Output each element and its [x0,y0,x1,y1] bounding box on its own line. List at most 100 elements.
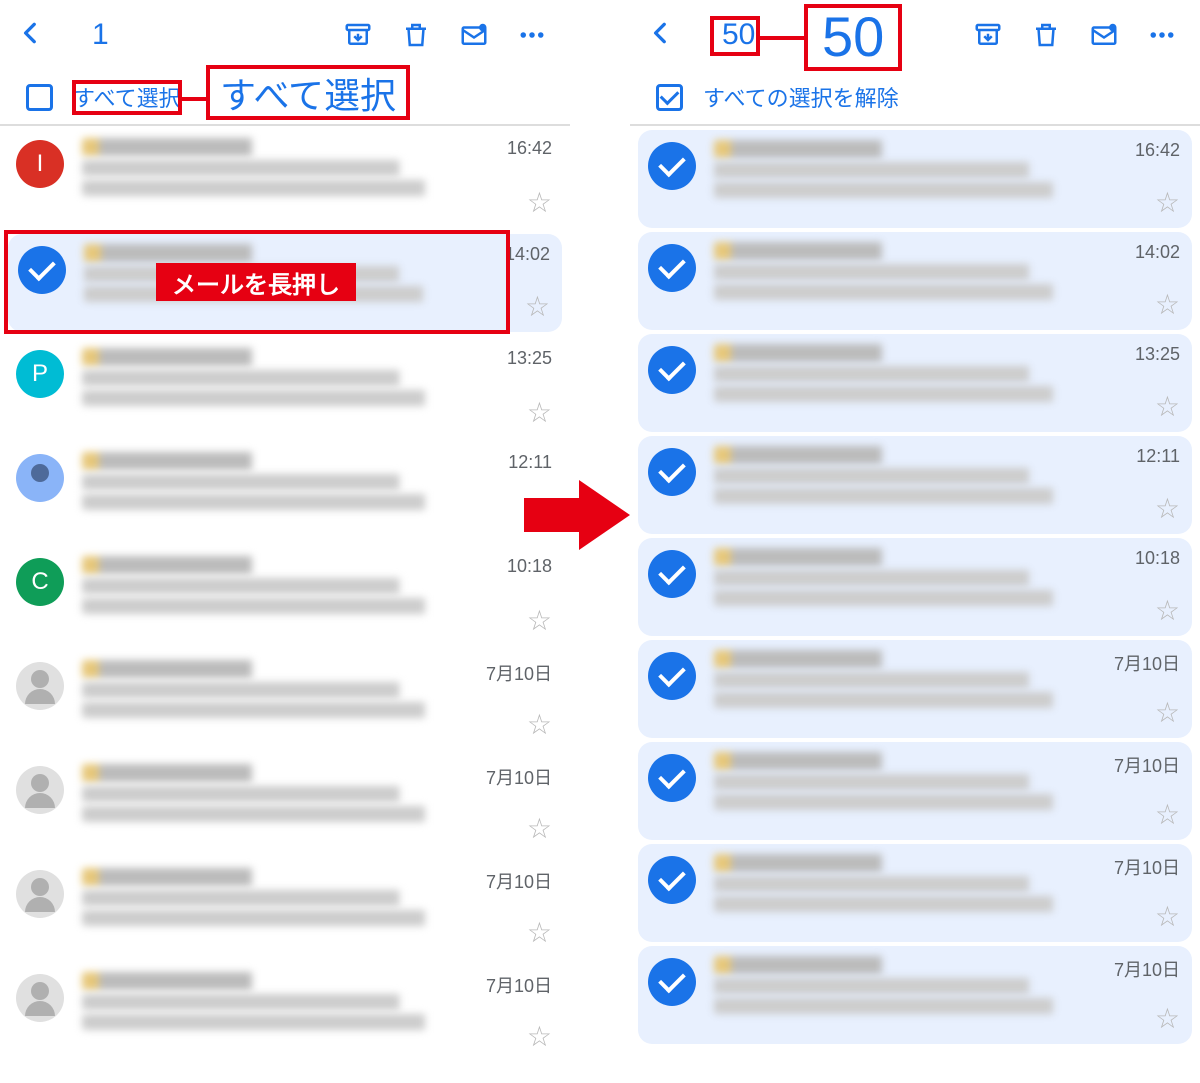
mail-preview [82,660,454,739]
timestamp: 7月10日 [486,660,552,686]
mail-preview [82,348,454,427]
avatar[interactable]: C [16,558,64,606]
star-icon[interactable]: ☆ [1155,495,1180,523]
mail-item[interactable]: 7月10日 ☆ [0,648,570,752]
mail-item[interactable]: 7月10日 ☆ [0,752,570,856]
checkmark-icon[interactable] [648,142,696,190]
timestamp: 16:42 [1135,140,1180,161]
mail-item[interactable]: C 10:18☆ [0,544,570,648]
archive-icon[interactable] [964,11,1012,59]
timestamp: 7月10日 [1114,752,1180,778]
star-icon[interactable]: ☆ [1155,1005,1180,1033]
avatar[interactable]: I [16,140,64,188]
mail-meta: 16:42 ☆ [1100,140,1180,217]
star-icon[interactable]: ☆ [1155,699,1180,727]
mail-preview [714,446,1082,523]
mail-meta: 7月10日 ☆ [1100,752,1180,829]
mail-list: 16:42☆14:02☆13:25☆12:11☆10:18☆7月10日☆7月10… [630,130,1200,1044]
more-icon[interactable] [508,11,556,59]
mail-item[interactable]: 7月10日 ☆ [638,742,1192,840]
timestamp: 7月10日 [486,868,552,894]
back-button[interactable] [644,16,678,55]
mail-item[interactable]: 16:42 ☆ [638,130,1192,228]
star-icon[interactable]: ☆ [1155,291,1180,319]
star-icon[interactable]: ☆ [1155,597,1180,625]
mail-meta: 14:02☆ [470,244,550,321]
timestamp: 7月10日 [486,972,552,998]
star-icon[interactable]: ☆ [1155,801,1180,829]
mail-item[interactable]: 14:02 ☆ [638,232,1192,330]
select-all-row[interactable]: すべて選択 [0,70,570,126]
trash-icon[interactable] [1022,11,1070,59]
star-icon[interactable]: ☆ [527,607,552,635]
star-icon[interactable]: ☆ [1155,903,1180,931]
checkmark-icon[interactable] [648,958,696,1006]
avatar[interactable] [16,454,64,502]
back-button[interactable] [14,16,48,55]
mail-preview [714,650,1082,727]
checkmark-icon[interactable] [648,346,696,394]
avatar-placeholder-icon[interactable] [16,662,64,710]
mail-preview [714,752,1082,829]
mail-meta: 10:18☆ [472,556,552,635]
avatar-placeholder-icon[interactable] [16,766,64,814]
star-icon[interactable]: ☆ [527,815,552,843]
mail-item[interactable]: P13:25☆ [0,336,570,440]
mail-item[interactable]: I16:42☆ [0,126,570,230]
avatar-placeholder-icon[interactable] [16,974,64,1022]
header: 50 [630,0,1200,70]
mail-preview [82,452,454,531]
deselect-all-row[interactable]: すべての選択を解除 [630,70,1200,126]
star-icon[interactable]: ☆ [527,711,552,739]
avatar[interactable]: P [16,350,64,398]
mail-meta: 7月10日☆ [1100,956,1180,1033]
checkmark-icon[interactable] [648,754,696,802]
star-icon[interactable]: ☆ [527,1023,552,1051]
checkmark-icon[interactable] [648,448,696,496]
mark-unread-icon[interactable] [450,11,498,59]
mail-preview [714,242,1082,319]
checkmark-icon[interactable] [648,652,696,700]
checkmark-icon[interactable] [648,244,696,292]
checkmark-icon[interactable] [648,550,696,598]
avatar-placeholder-icon[interactable] [16,870,64,918]
mark-unread-icon[interactable] [1080,11,1128,59]
screen-before: 1 すべて選択 I16:42☆ 14:02☆ P13:25☆ 12:11☆ C 10:18… [0,0,570,1083]
archive-icon[interactable] [334,11,382,59]
timestamp: 14:02 [1135,242,1180,263]
select-all-label: すべて選択 [73,81,181,113]
mail-meta: 13:25☆ [1100,344,1180,421]
mail-meta: 10:18☆ [1100,548,1180,625]
star-icon[interactable]: ☆ [1155,393,1180,421]
star-icon[interactable]: ☆ [527,503,552,531]
mail-item[interactable]: 10:18☆ [638,538,1192,636]
mail-item[interactable]: 7月10日 ☆ [0,960,570,1064]
mail-item[interactable]: 13:25☆ [638,334,1192,432]
mail-meta: 7月10日 ☆ [472,868,552,947]
select-all-checkbox[interactable] [26,84,53,111]
mail-list: I16:42☆14:02☆P13:25☆12:11☆C10:18☆7月10日☆7… [0,126,570,1064]
more-icon[interactable] [1138,11,1186,59]
mail-preview [82,764,454,843]
mail-item[interactable]: 12:11☆ [638,436,1192,534]
deselect-all-checkbox[interactable] [656,84,683,111]
checkmark-icon[interactable] [648,856,696,904]
star-icon[interactable]: ☆ [527,189,552,217]
star-icon[interactable]: ☆ [525,293,550,321]
star-icon[interactable]: ☆ [1155,189,1180,217]
mail-item[interactable]: 7月10日☆ [638,946,1192,1044]
star-icon[interactable]: ☆ [527,919,552,947]
mail-item[interactable]: 7月10日☆ [638,844,1192,942]
mail-item[interactable]: 14:02☆ [8,234,562,332]
checkmark-icon[interactable] [18,246,66,294]
star-icon[interactable]: ☆ [527,399,552,427]
mail-meta: 12:11☆ [472,452,552,531]
mail-item[interactable]: 7月10日 ☆ [0,856,570,960]
selection-count: 1 [92,18,132,52]
mail-meta: 14:02 ☆ [1100,242,1180,319]
mail-item[interactable]: 7月10日☆ [638,640,1192,738]
mail-preview [82,972,454,1051]
mail-item[interactable]: 12:11☆ [0,440,570,544]
timestamp: 7月10日 [486,764,552,790]
trash-icon[interactable] [392,11,440,59]
